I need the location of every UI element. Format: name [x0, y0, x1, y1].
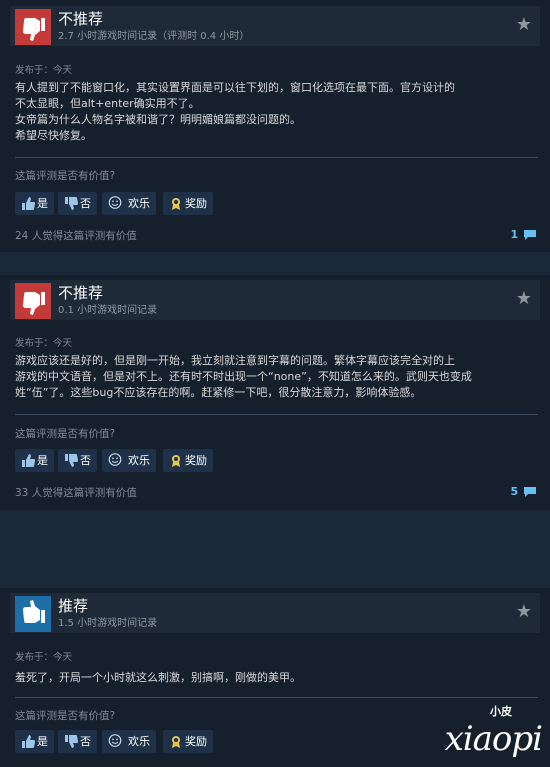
- comment-icon: [524, 487, 536, 497]
- divider: [15, 697, 538, 698]
- posted-date: 发布于：今天: [15, 652, 73, 663]
- review-line: 姓“伍”了。这些bug不应该存在的啊。赶紧修一下吧，很分散注意力，影响体验感。: [15, 386, 422, 399]
- playtime-hours: 0.1 小时游戏时间记录: [58, 305, 158, 316]
- review-header[interactable]: 不推荐 0.1 小时游戏时间记录 ★: [10, 280, 540, 320]
- award-button[interactable]: 奖励: [163, 730, 213, 753]
- award-label: 奖励: [185, 454, 207, 467]
- award-button[interactable]: 奖励: [163, 449, 213, 472]
- review-line: 不太显眼，但alt+enter确实用不了。: [15, 97, 200, 110]
- vote-no-label: 否: [80, 735, 91, 748]
- vote-no-button[interactable]: 否: [58, 730, 97, 753]
- vote-no-button[interactable]: 否: [58, 192, 97, 215]
- star-icon[interactable]: ★: [516, 15, 532, 35]
- vote-yes-label: 是: [37, 197, 48, 210]
- review-body: 游戏应该还是好的，但是刚一开始，我立刻就注意到字幕的问题。繁体字幕应该完全对的上…: [15, 353, 535, 401]
- helpful-question: 这篇评测是否有价值?: [15, 710, 116, 722]
- thumbs-down-icon: [64, 453, 78, 468]
- review-body: 羞死了，开局一个小时就这么刺激，别搞啊，刚做的美甲。: [15, 670, 535, 686]
- award-button[interactable]: 奖励: [163, 192, 213, 215]
- comment-count-value: 1: [510, 228, 519, 241]
- smiley-icon: [108, 733, 125, 750]
- comment-count[interactable]: 5: [510, 485, 536, 498]
- thumbs-up-icon: [21, 734, 35, 749]
- comment-count[interactable]: 1: [510, 228, 536, 241]
- vote-no-button[interactable]: 否: [58, 449, 97, 472]
- thumbs-down-icon: [64, 196, 78, 211]
- vote-yes-button[interactable]: 是: [15, 449, 54, 472]
- award-label: 奖励: [185, 735, 207, 748]
- divider: [15, 157, 538, 158]
- review-card: 不推荐 2.7 小时游戏时间记录（评测时 0.4 小时） ★ 发布于：今天 有人…: [0, 0, 550, 252]
- thumbs-down-icon: [15, 9, 51, 45]
- thumbs-down-icon: [15, 283, 51, 319]
- watermark-logo: 小皮 xiaopi: [422, 703, 543, 759]
- helpful-count: 24 人觉得这篇评测有价值: [15, 230, 137, 242]
- review-line: 女帝篇为什么人物名字被和谐了？明明媚娘篇都没问题的。: [15, 113, 301, 126]
- helpful-count: 33 人觉得这篇评测有价值: [15, 487, 137, 499]
- review-verdict: 不推荐: [58, 10, 104, 28]
- review-verdict: 不推荐: [58, 284, 104, 302]
- review-verdict: 推荐: [58, 597, 89, 615]
- thumbs-up-icon: [21, 196, 35, 211]
- award-icon: [169, 196, 183, 211]
- comment-count-value: 5: [510, 485, 519, 498]
- posted-date: 发布于：今天: [15, 65, 73, 76]
- comment-icon: [524, 230, 536, 240]
- review-header[interactable]: 推荐 1.5 小时游戏时间记录 ★: [10, 593, 540, 633]
- review-line: 有人提到了不能窗口化，其实设置界面是可以往下划的，窗口化选项在最下面。官方设计的: [15, 81, 455, 94]
- award-icon: [169, 453, 183, 468]
- star-icon[interactable]: ★: [516, 602, 532, 622]
- vote-no-label: 否: [80, 197, 91, 210]
- vote-no-label: 否: [80, 454, 91, 467]
- review-line: 希望尽快修复。: [15, 129, 92, 142]
- posted-date: 发布于：今天: [15, 338, 73, 349]
- smiley-icon: [108, 195, 125, 212]
- thumbs-up-icon: [21, 453, 35, 468]
- vote-funny-button[interactable]: 欢乐: [102, 192, 156, 215]
- review-line: 游戏应该还是好的，但是刚一开始，我立刻就注意到字幕的问题。繁体字幕应该完全对的上: [15, 354, 455, 367]
- smiley-icon: [108, 452, 125, 469]
- vote-yes-label: 是: [37, 735, 48, 748]
- review-header[interactable]: 不推荐 2.7 小时游戏时间记录（评测时 0.4 小时） ★: [10, 6, 540, 46]
- thumbs-down-icon: [64, 734, 78, 749]
- vote-yes-label: 是: [37, 454, 48, 467]
- review-line: 游戏的中文语音，但是对不上。还有时不时出现一个“none”，不知道怎么来的。武则…: [15, 370, 472, 383]
- star-icon[interactable]: ★: [516, 289, 532, 309]
- watermark-small-text: 小皮: [490, 705, 512, 718]
- divider: [15, 414, 538, 415]
- vote-funny-button[interactable]: 欢乐: [102, 730, 156, 753]
- award-icon: [169, 734, 183, 749]
- helpful-question: 这篇评测是否有价值?: [15, 428, 116, 440]
- vote-yes-button[interactable]: 是: [15, 192, 54, 215]
- thumbs-up-icon: [15, 596, 51, 632]
- review-body: 有人提到了不能窗口化，其实设置界面是可以往下划的，窗口化选项在最下面。官方设计的…: [15, 80, 535, 144]
- playtime-hours: 1.5 小时游戏时间记录: [58, 618, 158, 629]
- review-card: 不推荐 0.1 小时游戏时间记录 ★ 发布于：今天 游戏应该还是好的，但是刚一开…: [0, 275, 550, 510]
- playtime-hours: 2.7 小时游戏时间记录（评测时 0.4 小时）: [58, 31, 250, 42]
- vote-yes-button[interactable]: 是: [15, 730, 54, 753]
- vote-funny-label: 欢乐: [128, 454, 150, 467]
- watermark-big-text: xiaopi: [444, 719, 543, 759]
- review-line: 羞死了，开局一个小时就这么刺激，别搞啊，刚做的美甲。: [15, 671, 301, 684]
- vote-funny-label: 欢乐: [128, 735, 150, 748]
- vote-funny-label: 欢乐: [128, 197, 150, 210]
- helpful-question: 这篇评测是否有价值?: [15, 170, 116, 182]
- award-label: 奖励: [185, 197, 207, 210]
- vote-funny-button[interactable]: 欢乐: [102, 449, 156, 472]
